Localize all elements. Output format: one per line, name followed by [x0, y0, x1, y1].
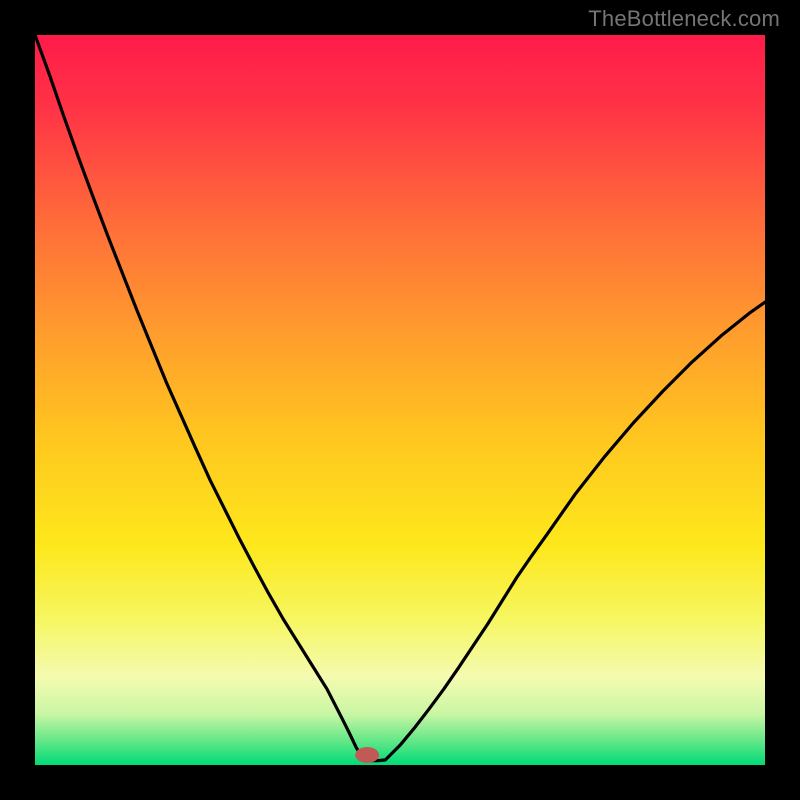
bottleneck-chart-svg	[35, 35, 765, 765]
plot-area	[35, 35, 765, 765]
chart-frame: TheBottleneck.com	[0, 0, 800, 800]
optimal-point-marker	[355, 747, 379, 763]
watermark-text: TheBottleneck.com	[588, 6, 780, 32]
